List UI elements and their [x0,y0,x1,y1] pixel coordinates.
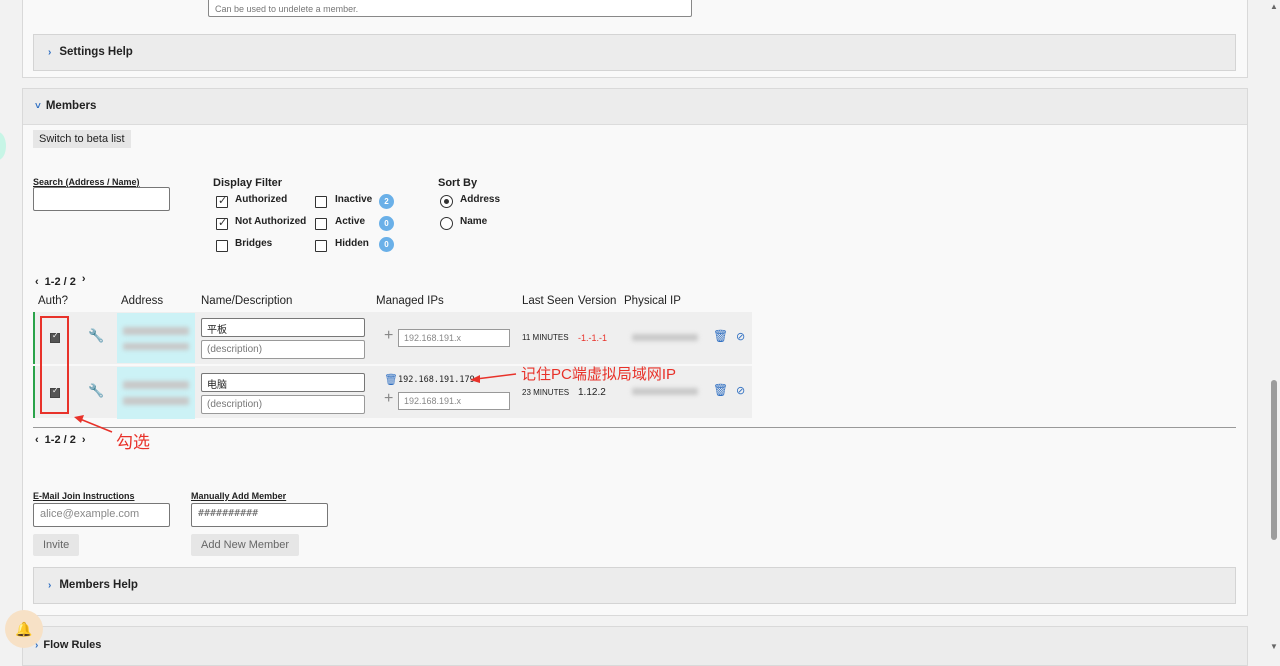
scroll-up-icon[interactable]: ▲ [1270,2,1278,11]
flow-rules-card [22,626,1248,666]
flow-rules-label: Flow Rules [43,639,102,651]
annotation-ip-note: 记住PC端虚拟局域网IP [521,366,677,383]
annotation-check-note: 勾选 [116,433,150,452]
manual-add-label: Manually Add Member [191,491,287,501]
annotation-arrows [74,373,517,433]
chevron-right-icon: › [48,580,52,591]
members-help-toggle[interactable]: › Members Help [33,567,1236,604]
invite-button[interactable]: Invite [33,534,80,556]
flow-rules-title[interactable]: › Flow Rules [35,639,101,651]
members-help-label: Members Help [59,579,138,591]
scrollbar[interactable]: ▲ ▼ [1268,0,1280,655]
add-member-button[interactable]: Add New Member [191,534,300,556]
scroll-down-icon[interactable]: ▼ [1270,642,1278,651]
scrollbar-thumb[interactable] [1271,380,1277,540]
email-join-label: E-Mail Join Instructions [33,491,135,501]
bell-icon[interactable]: 🔔 [5,610,43,648]
email-input[interactable]: alice@example.com [33,503,170,527]
manual-add-input[interactable]: ########## [191,503,328,527]
